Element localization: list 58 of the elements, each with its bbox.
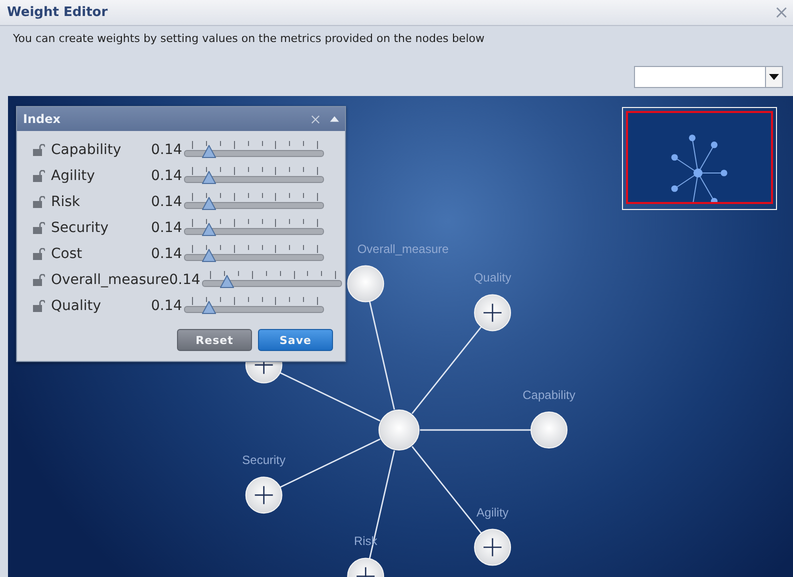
unlock-icon[interactable] — [33, 248, 45, 260]
panel-title: Index — [23, 112, 62, 126]
metric-value: 0.14 — [151, 298, 182, 314]
unlock-icon[interactable] — [33, 274, 45, 286]
description-text: You can create weights by setting values on the metrics provided on the nodes below — [13, 32, 484, 45]
node-label: Overall_measure — [357, 242, 449, 256]
slider-thumb[interactable] — [202, 197, 216, 210]
metric-label: Capability — [51, 142, 122, 158]
close-icon[interactable] — [311, 114, 320, 124]
collapse-icon[interactable] — [330, 116, 339, 122]
close-icon[interactable] — [776, 7, 787, 18]
caret-icon — [769, 74, 779, 80]
expandable-node[interactable] — [347, 558, 384, 577]
dropdown[interactable] — [634, 66, 783, 88]
slider-thumb[interactable] — [202, 301, 216, 314]
metric-value: 0.14 — [151, 168, 182, 184]
window-title: Weight Editor — [7, 5, 108, 20]
metric-label: Cost — [51, 246, 84, 262]
unlock-icon[interactable] — [33, 222, 45, 234]
unlock-icon[interactable] — [33, 144, 45, 156]
slider-thumb[interactable] — [202, 249, 216, 262]
metric-value: 0.14 — [151, 142, 182, 158]
unlock-icon[interactable] — [33, 196, 45, 208]
metric-value: 0.14 — [151, 220, 182, 236]
expandable-node[interactable] — [474, 528, 512, 566]
node-label: Agility — [476, 505, 509, 520]
weight-slider[interactable] — [184, 297, 324, 315]
metric-value: 0.14 — [151, 194, 182, 210]
weight-slider[interactable] — [202, 271, 342, 289]
save-button[interactable]: Save — [258, 329, 333, 351]
minimap-drawing — [671, 134, 728, 202]
graph-node[interactable] — [530, 412, 568, 448]
metric-label: Agility — [51, 168, 96, 184]
metric-value: 0.14 — [151, 246, 182, 262]
node-label: Security — [242, 453, 286, 468]
graph-node[interactable] — [347, 265, 384, 302]
expandable-node[interactable] — [245, 476, 282, 514]
expandable-node[interactable] — [474, 294, 512, 332]
slider-thumb[interactable] — [220, 275, 234, 288]
weight-slider[interactable] — [184, 219, 324, 237]
metric-label: Overall_measure — [51, 272, 170, 288]
node-label: Quality — [474, 270, 512, 285]
unlock-icon[interactable] — [33, 170, 45, 182]
unlock-icon[interactable] — [33, 300, 45, 312]
weight-slider[interactable] — [184, 193, 324, 211]
metric-label: Risk — [51, 194, 82, 210]
metric-value: 0.14 — [169, 272, 200, 288]
metric-label: Quality — [51, 298, 102, 314]
reset-button[interactable]: Reset — [177, 329, 252, 351]
slider-thumb[interactable] — [202, 145, 216, 158]
node-label: Capability — [522, 388, 576, 402]
center-node[interactable] — [378, 410, 420, 450]
slider-thumb[interactable] — [202, 223, 216, 236]
weight-slider[interactable] — [184, 245, 324, 263]
weight-slider[interactable] — [184, 167, 324, 185]
slider-thumb[interactable] — [202, 171, 216, 184]
metric-label: Security — [51, 220, 110, 236]
weight-slider[interactable] — [184, 141, 324, 159]
